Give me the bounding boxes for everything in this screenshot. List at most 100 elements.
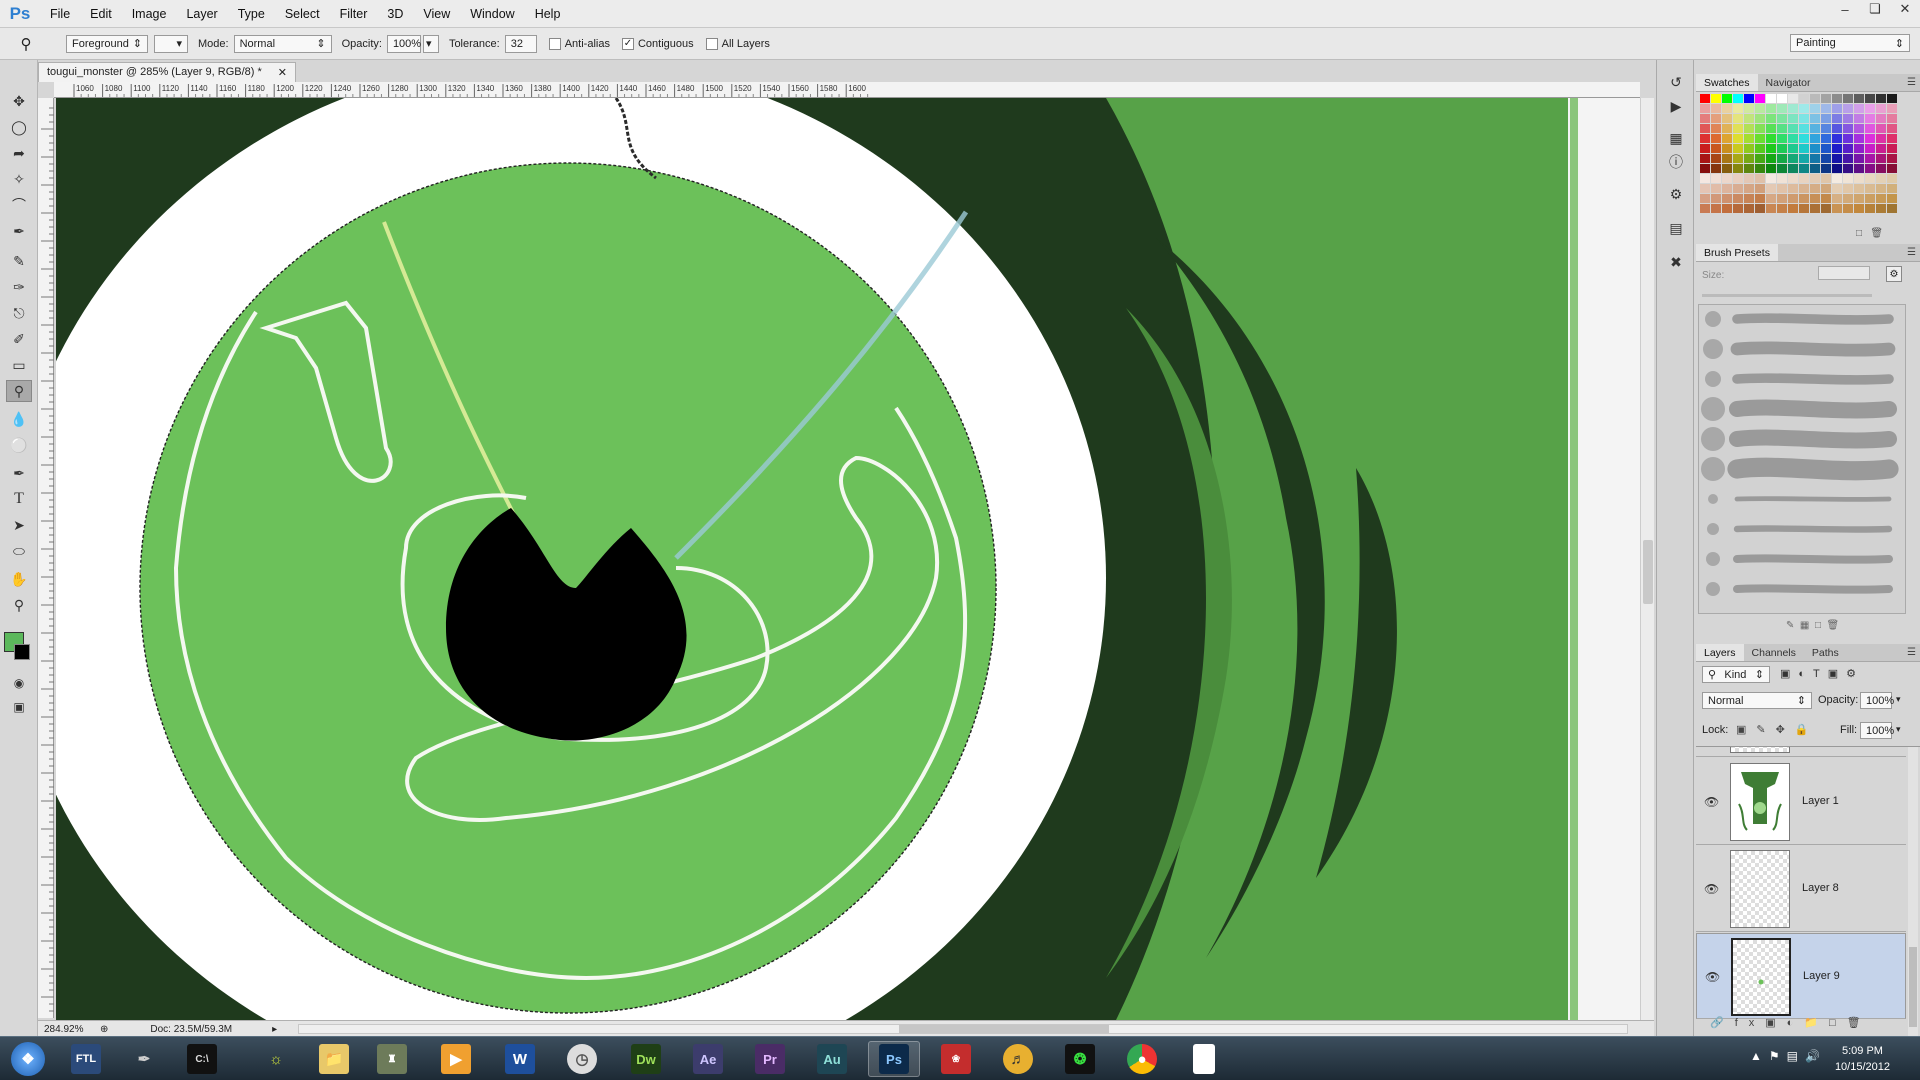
close-tab-icon[interactable]: ✕: [278, 66, 287, 79]
swatch[interactable]: [1777, 134, 1787, 143]
tab-navigator[interactable]: Navigator: [1758, 74, 1819, 91]
swatch[interactable]: [1722, 124, 1732, 133]
history-brush-tool-icon[interactable]: ✐: [6, 328, 32, 350]
brush-panel-icon[interactable]: ⚙: [1666, 184, 1686, 204]
swatch[interactable]: [1777, 194, 1787, 203]
swatch[interactable]: [1722, 184, 1732, 193]
swatch[interactable]: [1832, 104, 1842, 113]
swatch[interactable]: [1887, 134, 1897, 143]
brush-tip-preview[interactable]: [1706, 552, 1720, 566]
swatch[interactable]: [1733, 144, 1743, 153]
swatch[interactable]: [1733, 94, 1743, 103]
menu-select[interactable]: Select: [275, 0, 330, 28]
workspace-select[interactable]: Painting ⇕: [1790, 34, 1910, 52]
swatch[interactable]: [1843, 174, 1853, 183]
swatch[interactable]: [1788, 114, 1798, 123]
swatch[interactable]: [1766, 94, 1776, 103]
swatch[interactable]: [1887, 154, 1897, 163]
swatch[interactable]: [1777, 114, 1787, 123]
swatch[interactable]: [1799, 154, 1809, 163]
h-scroll-thumb[interactable]: [899, 1025, 1109, 1033]
brush-stroke-preview[interactable]: [1732, 313, 1894, 325]
brush-tip-preview[interactable]: [1701, 427, 1725, 451]
swatch[interactable]: [1799, 114, 1809, 123]
swatch[interactable]: [1755, 104, 1765, 113]
swatch[interactable]: [1810, 154, 1820, 163]
swatch[interactable]: [1700, 124, 1710, 133]
swatch[interactable]: [1876, 144, 1886, 153]
swatch[interactable]: [1788, 134, 1798, 143]
brush-tip-preview[interactable]: [1708, 494, 1718, 504]
swatch[interactable]: [1766, 154, 1776, 163]
antialias-checkbox[interactable]: [548, 37, 561, 50]
mode-select[interactable]: Normal ⇕: [233, 34, 332, 53]
blur-tool-icon[interactable]: 💧: [6, 408, 32, 430]
swatch[interactable]: [1821, 134, 1831, 143]
minimize-icon[interactable]: –: [1830, 0, 1860, 18]
swatch[interactable]: [1876, 154, 1886, 163]
swatch[interactable]: [1711, 114, 1721, 123]
swatch[interactable]: [1876, 114, 1886, 123]
swatch[interactable]: [1810, 184, 1820, 193]
swatch[interactable]: [1722, 144, 1732, 153]
layers-footer-icons[interactable]: 🔗fx▣◐📁□🗑: [1710, 1016, 1872, 1029]
restore-icon[interactable]: ❏: [1860, 0, 1890, 18]
brush-stroke-preview[interactable]: [1727, 457, 1899, 481]
info-panel-icon[interactable]: ⓘ: [1666, 152, 1686, 172]
document-canvas[interactable]: [56, 98, 1640, 1020]
swatch[interactable]: [1865, 124, 1875, 133]
swatch[interactable]: [1810, 194, 1820, 203]
brush-stroke-preview[interactable]: [1730, 341, 1896, 357]
swatch[interactable]: [1788, 94, 1798, 103]
swatch[interactable]: [1744, 184, 1754, 193]
swatch[interactable]: [1755, 194, 1765, 203]
swatch[interactable]: [1788, 124, 1798, 133]
menu-3d[interactable]: 3D: [377, 0, 413, 28]
swatch[interactable]: [1788, 104, 1798, 113]
swatch[interactable]: [1755, 204, 1765, 213]
swatch[interactable]: [1799, 194, 1809, 203]
swatch-grid[interactable]: [1700, 94, 1906, 224]
menu-help[interactable]: Help: [525, 0, 571, 28]
delete-swatch-icon[interactable]: 🗑: [1870, 228, 1883, 239]
swatch[interactable]: [1865, 154, 1875, 163]
swatch[interactable]: [1700, 174, 1710, 183]
swatch[interactable]: [1887, 124, 1897, 133]
swatch[interactable]: [1810, 164, 1820, 173]
layer-filter-icons[interactable]: ▣◐T▣⚙: [1780, 667, 1864, 680]
swatch[interactable]: [1821, 204, 1831, 213]
swatch[interactable]: [1700, 104, 1710, 113]
swatch[interactable]: [1854, 114, 1864, 123]
swatch[interactable]: [1865, 204, 1875, 213]
opacity-field[interactable]: 100%: [386, 34, 421, 53]
swatch[interactable]: [1843, 94, 1853, 103]
after-effects-app-icon[interactable]: Ae: [682, 1041, 734, 1077]
tab-channels[interactable]: Channels: [1744, 644, 1804, 661]
swatch[interactable]: [1777, 204, 1787, 213]
layer-blend-mode[interactable]: Normal ⇕: [1702, 692, 1812, 709]
swatch[interactable]: [1755, 144, 1765, 153]
swatch[interactable]: [1832, 194, 1842, 203]
brush-size-slider[interactable]: [1702, 294, 1872, 297]
brush-tip-preview[interactable]: [1705, 371, 1721, 387]
brush-stroke-preview[interactable]: [1733, 525, 1893, 533]
swatch[interactable]: [1832, 154, 1842, 163]
swatch[interactable]: [1755, 154, 1765, 163]
swatch[interactable]: [1865, 134, 1875, 143]
swatch[interactable]: [1788, 154, 1798, 163]
swatch[interactable]: [1711, 124, 1721, 133]
swatch[interactable]: [1755, 124, 1765, 133]
swatch[interactable]: [1865, 194, 1875, 203]
swatch[interactable]: [1821, 164, 1831, 173]
menu-layer[interactable]: Layer: [176, 0, 227, 28]
swatch[interactable]: [1711, 104, 1721, 113]
swatch[interactable]: [1865, 174, 1875, 183]
tool-presets-panel-icon[interactable]: ✖: [1666, 252, 1686, 272]
menu-window[interactable]: Window: [460, 0, 524, 28]
pattern-picker[interactable]: ▾: [154, 34, 188, 53]
swatch[interactable]: [1854, 154, 1864, 163]
swatch[interactable]: [1799, 184, 1809, 193]
layer-name[interactable]: Layer 8: [1802, 882, 1839, 894]
word-app-icon[interactable]: W: [494, 1041, 546, 1077]
swatch[interactable]: [1821, 104, 1831, 113]
